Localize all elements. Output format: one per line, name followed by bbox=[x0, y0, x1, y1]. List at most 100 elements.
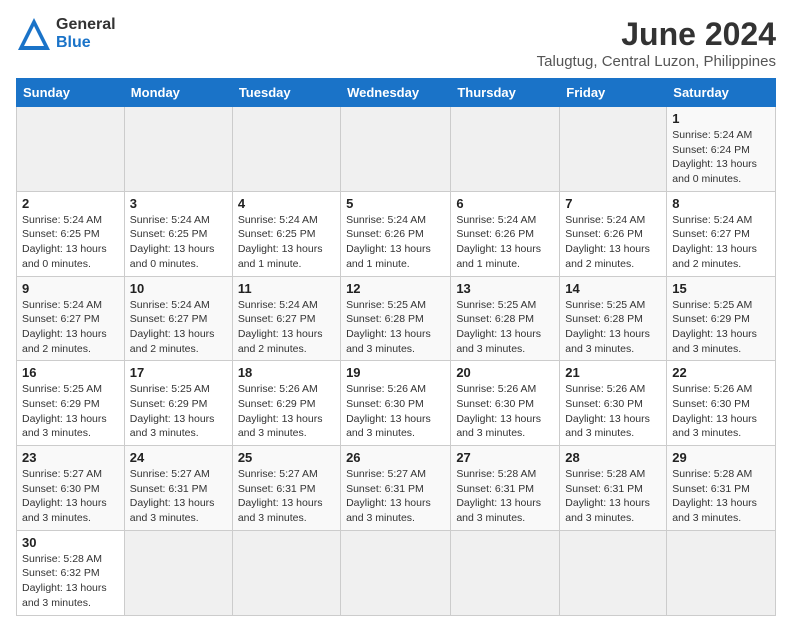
day-number: 9 bbox=[22, 281, 119, 296]
day-number: 2 bbox=[22, 196, 119, 211]
calendar-cell: 18Sunrise: 5:26 AM Sunset: 6:29 PM Dayli… bbox=[232, 361, 340, 446]
day-info: Sunrise: 5:24 AM Sunset: 6:24 PM Dayligh… bbox=[672, 128, 770, 187]
calendar-cell: 19 Sunrise: 5:26 AM Sunset: 6:30 PM Dayli… bbox=[341, 361, 451, 446]
calendar-title: June 2024 bbox=[537, 16, 776, 53]
header-day-saturday: Saturday bbox=[667, 79, 776, 107]
day-number: 8 bbox=[672, 196, 770, 211]
day-info: Sunrise: 5:24 AM Sunset: 6:26 PM Dayligh… bbox=[456, 213, 554, 272]
week-row-6: 30 Sunrise: 5:28 AM Sunset: 6:32 PM Dayli… bbox=[17, 530, 776, 615]
day-info: Sunrise: 5:25 AM Sunset: 6:28 PM Dayligh… bbox=[456, 298, 554, 357]
day-info: Sunrise: 5:24 AM Sunset: 6:27 PM Dayligh… bbox=[238, 298, 335, 357]
day-info: Sunrise: 5:28 AM Sunset: 6:31 PM Dayligh… bbox=[565, 467, 661, 526]
day-number: 28 bbox=[565, 450, 661, 465]
day-number: 20 bbox=[456, 365, 554, 380]
calendar-cell: 25Sunrise: 5:27 AM Sunset: 6:31 PM Dayli… bbox=[232, 446, 340, 531]
calendar-cell bbox=[560, 530, 667, 615]
header-day-friday: Friday bbox=[560, 79, 667, 107]
day-info: Sunrise: 5:28 AM Sunset: 6:31 PM Dayligh… bbox=[672, 467, 770, 526]
day-info: Sunrise: 5:28 AM Sunset: 6:32 PM Dayligh… bbox=[22, 552, 119, 611]
calendar-cell bbox=[451, 107, 560, 192]
calendar-cell: 27 Sunrise: 5:28 AM Sunset: 6:31 PM Dayli… bbox=[451, 446, 560, 531]
day-info: Sunrise: 5:24 AM Sunset: 6:25 PM Dayligh… bbox=[238, 213, 335, 272]
week-row-2: 2 Sunrise: 5:24 AM Sunset: 6:25 PM Daylig… bbox=[17, 191, 776, 276]
calendar-cell: 22 Sunrise: 5:26 AM Sunset: 6:30 PM Dayli… bbox=[667, 361, 776, 446]
day-info: Sunrise: 5:26 AM Sunset: 6:30 PM Dayligh… bbox=[456, 382, 554, 441]
calendar-cell: 5 Sunrise: 5:24 AM Sunset: 6:26 PM Daylig… bbox=[341, 191, 451, 276]
calendar-cell: 11Sunrise: 5:24 AM Sunset: 6:27 PM Dayli… bbox=[232, 276, 340, 361]
day-number: 4 bbox=[238, 196, 335, 211]
header-day-thursday: Thursday bbox=[451, 79, 560, 107]
day-number: 29 bbox=[672, 450, 770, 465]
day-info: Sunrise: 5:24 AM Sunset: 6:27 PM Dayligh… bbox=[672, 213, 770, 272]
day-info: Sunrise: 5:24 AM Sunset: 6:26 PM Dayligh… bbox=[565, 213, 661, 272]
calendar-cell bbox=[232, 107, 340, 192]
calendar-subtitle: Talugtug, Central Luzon, Philippines bbox=[537, 53, 776, 70]
day-number: 19 bbox=[346, 365, 445, 380]
day-number: 30 bbox=[22, 535, 119, 550]
days-header-row: SundayMondayTuesdayWednesdayThursdayFrid… bbox=[17, 79, 776, 107]
day-info: Sunrise: 5:24 AM Sunset: 6:25 PM Dayligh… bbox=[130, 213, 227, 272]
page-header: GeneralBlue June 2024 Talugtug, Central … bbox=[16, 16, 776, 70]
week-row-3: 9 Sunrise: 5:24 AM Sunset: 6:27 PM Daylig… bbox=[17, 276, 776, 361]
day-info: Sunrise: 5:27 AM Sunset: 6:31 PM Dayligh… bbox=[130, 467, 227, 526]
calendar-cell: 21 Sunrise: 5:26 AM Sunset: 6:30 PM Dayli… bbox=[560, 361, 667, 446]
week-row-5: 23Sunrise: 5:27 AM Sunset: 6:30 PM Dayli… bbox=[17, 446, 776, 531]
day-number: 22 bbox=[672, 365, 770, 380]
day-info: Sunrise: 5:26 AM Sunset: 6:30 PM Dayligh… bbox=[346, 382, 445, 441]
calendar-cell bbox=[124, 107, 232, 192]
logo: GeneralBlue bbox=[16, 16, 116, 52]
day-number: 25 bbox=[238, 450, 335, 465]
calendar-cell: 9Sunrise: 5:24 AM Sunset: 6:27 PM Daylig… bbox=[17, 276, 125, 361]
day-number: 7 bbox=[565, 196, 661, 211]
day-number: 24 bbox=[130, 450, 227, 465]
calendar-cell bbox=[232, 530, 340, 615]
day-info: Sunrise: 5:26 AM Sunset: 6:30 PM Dayligh… bbox=[672, 382, 770, 441]
day-info: Sunrise: 5:25 AM Sunset: 6:29 PM Dayligh… bbox=[130, 382, 227, 441]
day-number: 17 bbox=[130, 365, 227, 380]
calendar-cell: 1 Sunrise: 5:24 AM Sunset: 6:24 PM Daylig… bbox=[667, 107, 776, 192]
day-number: 16 bbox=[22, 365, 119, 380]
calendar-cell bbox=[451, 530, 560, 615]
day-info: Sunrise: 5:28 AM Sunset: 6:31 PM Dayligh… bbox=[456, 467, 554, 526]
day-number: 5 bbox=[346, 196, 445, 211]
day-info: Sunrise: 5:27 AM Sunset: 6:30 PM Dayligh… bbox=[22, 467, 119, 526]
calendar-cell bbox=[667, 530, 776, 615]
calendar-cell bbox=[341, 107, 451, 192]
calendar-cell: 6 Sunrise: 5:24 AM Sunset: 6:26 PM Daylig… bbox=[451, 191, 560, 276]
day-number: 6 bbox=[456, 196, 554, 211]
calendar-cell: 15Sunrise: 5:25 AM Sunset: 6:29 PM Dayli… bbox=[667, 276, 776, 361]
day-number: 27 bbox=[456, 450, 554, 465]
day-info: Sunrise: 5:24 AM Sunset: 6:25 PM Dayligh… bbox=[22, 213, 119, 272]
week-row-4: 16 Sunrise: 5:25 AM Sunset: 6:29 PM Dayli… bbox=[17, 361, 776, 446]
calendar-cell: 24 Sunrise: 5:27 AM Sunset: 6:31 PM Dayli… bbox=[124, 446, 232, 531]
day-info: Sunrise: 5:25 AM Sunset: 6:29 PM Dayligh… bbox=[22, 382, 119, 441]
day-info: Sunrise: 5:25 AM Sunset: 6:28 PM Dayligh… bbox=[565, 298, 661, 357]
day-info: Sunrise: 5:27 AM Sunset: 6:31 PM Dayligh… bbox=[346, 467, 445, 526]
day-number: 3 bbox=[130, 196, 227, 211]
calendar-cell bbox=[341, 530, 451, 615]
day-number: 1 bbox=[672, 111, 770, 126]
calendar-cell: 20 Sunrise: 5:26 AM Sunset: 6:30 PM Dayli… bbox=[451, 361, 560, 446]
calendar-cell bbox=[17, 107, 125, 192]
logo-text: GeneralBlue bbox=[56, 16, 116, 51]
header-day-tuesday: Tuesday bbox=[232, 79, 340, 107]
calendar-cell bbox=[124, 530, 232, 615]
day-info: Sunrise: 5:26 AM Sunset: 6:29 PM Dayligh… bbox=[238, 382, 335, 441]
header-day-sunday: Sunday bbox=[17, 79, 125, 107]
day-number: 12 bbox=[346, 281, 445, 296]
day-number: 14 bbox=[565, 281, 661, 296]
day-number: 26 bbox=[346, 450, 445, 465]
day-number: 21 bbox=[565, 365, 661, 380]
calendar-cell: 30 Sunrise: 5:28 AM Sunset: 6:32 PM Dayli… bbox=[17, 530, 125, 615]
calendar-cell: 4 Sunrise: 5:24 AM Sunset: 6:25 PM Daylig… bbox=[232, 191, 340, 276]
day-info: Sunrise: 5:26 AM Sunset: 6:30 PM Dayligh… bbox=[565, 382, 661, 441]
calendar-cell: 16 Sunrise: 5:25 AM Sunset: 6:29 PM Dayli… bbox=[17, 361, 125, 446]
day-info: Sunrise: 5:25 AM Sunset: 6:28 PM Dayligh… bbox=[346, 298, 445, 357]
header-day-wednesday: Wednesday bbox=[341, 79, 451, 107]
day-info: Sunrise: 5:24 AM Sunset: 6:26 PM Dayligh… bbox=[346, 213, 445, 272]
calendar-cell: 7 Sunrise: 5:24 AM Sunset: 6:26 PM Daylig… bbox=[560, 191, 667, 276]
calendar-cell: 10Sunrise: 5:24 AM Sunset: 6:27 PM Dayli… bbox=[124, 276, 232, 361]
calendar-cell: 14 Sunrise: 5:25 AM Sunset: 6:28 PM Dayli… bbox=[560, 276, 667, 361]
calendar-cell: 28 Sunrise: 5:28 AM Sunset: 6:31 PM Dayli… bbox=[560, 446, 667, 531]
logo-icon bbox=[16, 16, 52, 52]
